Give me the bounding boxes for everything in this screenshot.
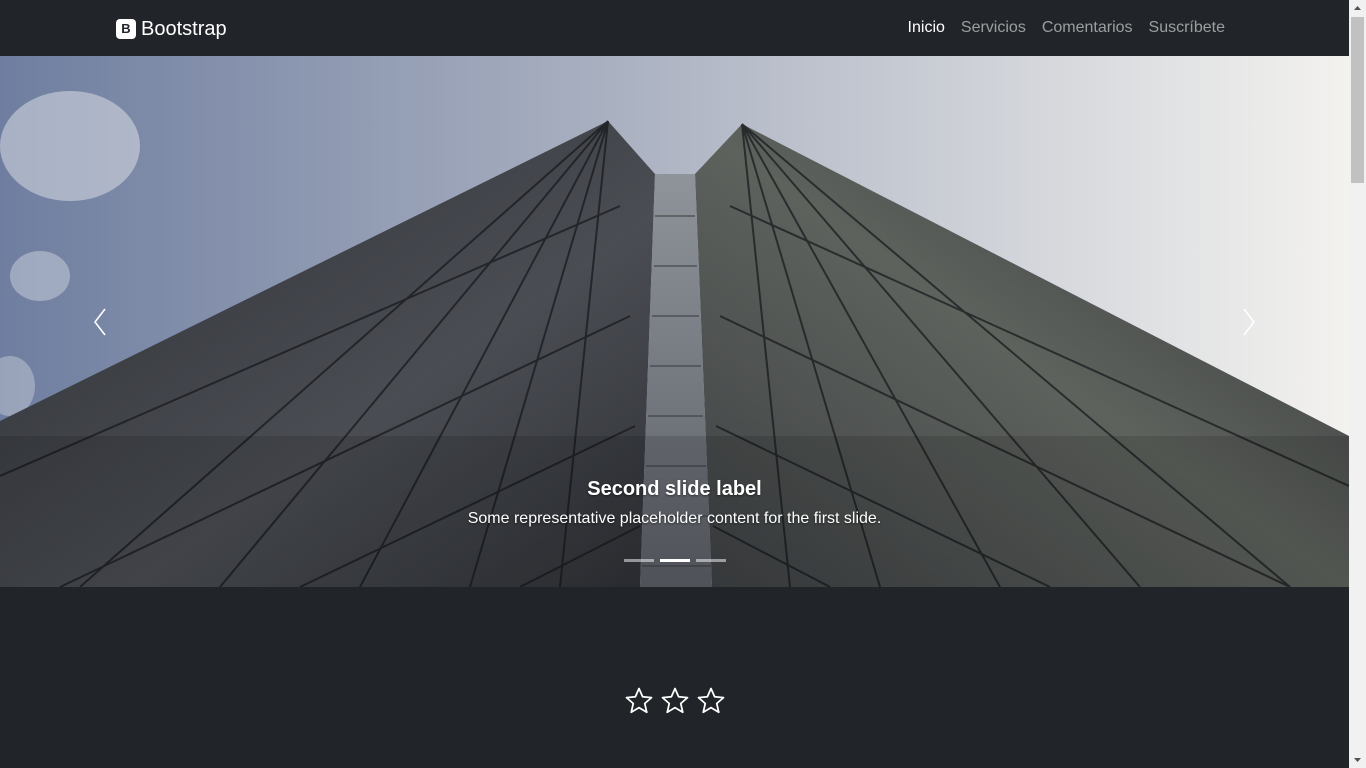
bootstrap-logo-icon: B	[116, 19, 136, 39]
carousel-indicator-2[interactable]	[659, 559, 690, 562]
caption-title: Second slide label	[587, 478, 762, 500]
caption-text: Some representative placeholder content …	[467, 510, 882, 527]
star-outline-icon	[697, 687, 724, 714]
star-outline-icon	[625, 687, 652, 714]
carousel-indicator-3[interactable]	[695, 559, 726, 562]
brand-link[interactable]: B Bootstrap	[116, 18, 227, 40]
page-scrollbar[interactable]	[1349, 0, 1366, 768]
nav-link-comentarios[interactable]: Comentarios	[1042, 18, 1133, 38]
chevron-right-icon	[1243, 308, 1256, 335]
scroll-down-arrow-icon[interactable]	[1349, 751, 1366, 768]
carousel-indicators	[0, 559, 1349, 562]
scrollbar-thumb[interactable]	[1351, 17, 1364, 183]
chevron-left-icon	[93, 308, 106, 335]
star-rating	[0, 686, 1349, 716]
navbar: B Bootstrap Inicio Servicios Comentarios…	[0, 0, 1349, 56]
carousel-caption: Second slide label Some representative p…	[0, 476, 1349, 530]
carousel-indicator-1[interactable]	[623, 559, 654, 562]
nav-link-suscribete[interactable]: Suscríbete	[1149, 18, 1225, 38]
brand-name: Bootstrap	[141, 18, 227, 40]
star-outline-icon	[661, 687, 688, 714]
nav-link-inicio[interactable]: Inicio	[908, 18, 945, 38]
scroll-up-arrow-icon[interactable]	[1349, 0, 1366, 17]
nav-link-servicios[interactable]: Servicios	[961, 18, 1026, 38]
nav-links: Inicio Servicios Comentarios Suscríbete	[908, 18, 1225, 38]
hero-carousel: Second slide label Some representative p…	[0, 56, 1349, 587]
